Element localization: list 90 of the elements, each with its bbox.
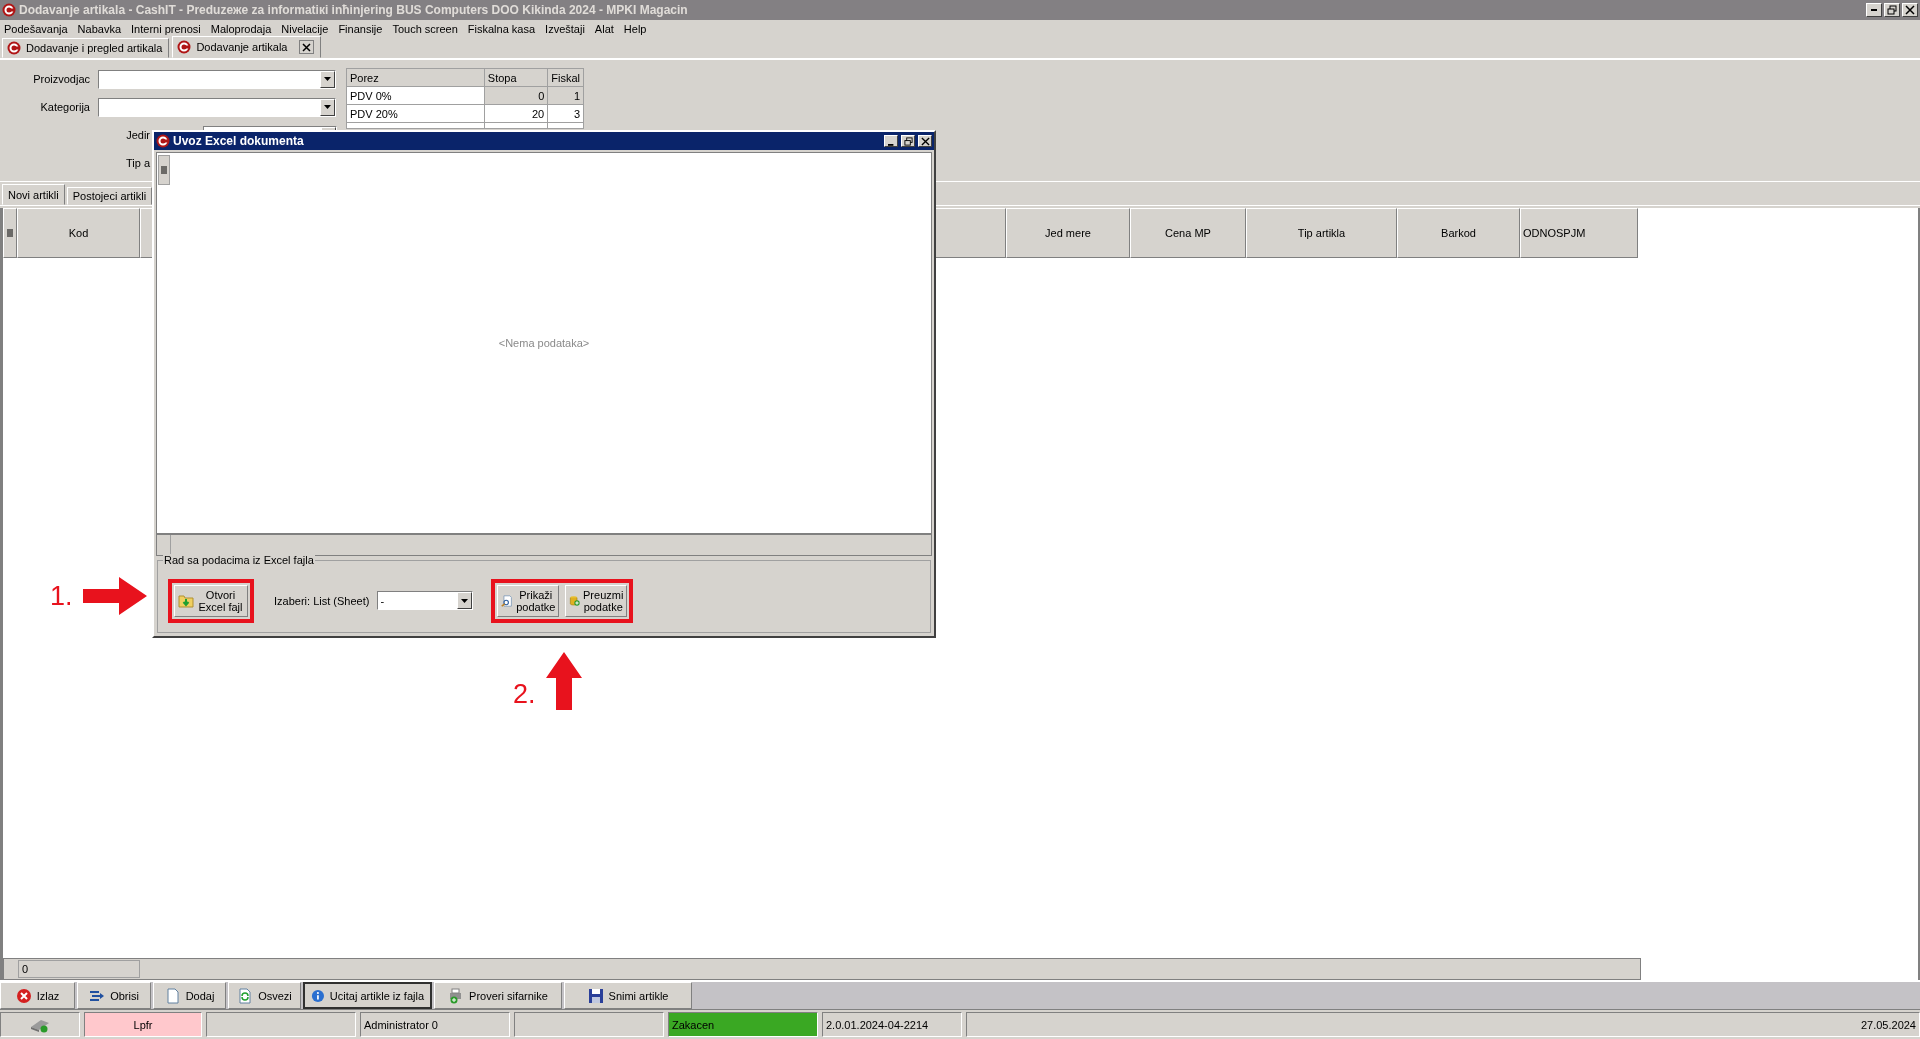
close-tab-button[interactable] — [298, 40, 314, 54]
app-logo-icon — [177, 40, 192, 54]
dropdown-field[interactable] — [98, 69, 336, 89]
tab-label: Dodavanje i pregled artikala — [26, 42, 163, 54]
menu-item[interactable]: Finansije — [338, 23, 383, 35]
field-label: Jedir — [125, 129, 150, 141]
status-text: Lpfr — [84, 1012, 202, 1037]
toolbar-button[interactable]: Proveri sifarnike — [434, 982, 562, 1009]
minimize-icon — [888, 144, 894, 146]
action-button[interactable]: Preuzmi podatke — [565, 584, 628, 617]
toolbar-button[interactable]: Dodaj — [153, 982, 226, 1009]
column-header: Porez — [346, 68, 485, 87]
close-button[interactable] — [1902, 3, 1918, 17]
close-button[interactable] — [918, 135, 932, 147]
app-logo-icon — [2, 3, 16, 17]
status-text: Administrator 0 — [360, 1012, 510, 1037]
open-file-button[interactable]: Otvori Excel fajl — [174, 584, 248, 617]
minimize-button[interactable] — [1866, 3, 1882, 17]
caret-icon — [324, 77, 331, 81]
folder-arrow-icon — [178, 592, 194, 609]
document-tab[interactable]: Dodavanje artikala — [172, 36, 321, 58]
dropdown-field[interactable] — [98, 97, 336, 117]
restore-icon — [903, 136, 913, 146]
status-text: 2.0.01.2024-04-2214 — [822, 1012, 962, 1037]
menu-item[interactable]: Interni prenosi — [131, 23, 201, 35]
sheet-dropdown[interactable]: - — [377, 591, 474, 610]
window-title: Dodavanje artikala - CashIT - Preduzeжe za informatiкi inћinjering BUS Computers DOO Kikinda 2024 - MPKI Magacin — [19, 3, 689, 17]
menu-item[interactable]: Maloprodaja — [210, 23, 272, 35]
column-header[interactable]: Barkod — [1397, 208, 1520, 258]
document-icon — [164, 987, 181, 1004]
column-header: Fiskal — [547, 68, 584, 87]
caret-icon — [324, 105, 331, 109]
app-logo-icon — [7, 41, 21, 55]
toolbar-button[interactable]: Ucitaj artikle iz fajla — [303, 982, 432, 1009]
caret-icon — [461, 598, 469, 603]
list-icon — [161, 166, 167, 174]
menu-item[interactable]: Nabavka — [77, 23, 122, 35]
column-header[interactable]: Kod — [17, 208, 140, 258]
dropdown-button[interactable] — [457, 592, 473, 609]
toolbar-button[interactable]: Snimi artikle — [564, 982, 692, 1009]
restore-button[interactable] — [1884, 3, 1900, 17]
menu-item[interactable]: Fiskalna kasa — [467, 23, 536, 35]
column-header[interactable]: Cena MP — [1130, 208, 1246, 258]
restore-icon — [1887, 5, 1897, 15]
app-logo-icon — [156, 134, 170, 148]
arrow-icon — [82, 577, 147, 615]
refresh-document-icon — [237, 987, 254, 1004]
column-header[interactable]: ODNOSPJM — [1520, 208, 1638, 258]
close-icon — [301, 42, 311, 52]
menu-item[interactable]: Alat — [594, 23, 614, 35]
status-text: 27.05.2024 — [966, 1012, 1920, 1037]
field-label: Proizvodjac — [32, 73, 90, 85]
list-icon — [7, 229, 13, 237]
empty-message: <Nema podataka> — [498, 337, 590, 349]
info-icon — [311, 987, 325, 1004]
toolbar-button[interactable]: Osvezi — [228, 982, 301, 1009]
minimize-icon — [1871, 9, 1877, 11]
dropdown-button[interactable] — [320, 98, 335, 116]
toolbar-button[interactable]: Obrisi — [77, 982, 151, 1009]
summary-cell: 0 — [18, 960, 140, 978]
menu-item[interactable]: Help — [623, 23, 647, 35]
menu-item[interactable]: Nivelacije — [281, 23, 329, 35]
field-label: Izaberi: List (Sheet) — [274, 594, 370, 607]
column-header: Stopa — [484, 68, 548, 87]
step-label: 2. — [513, 679, 536, 710]
minimize-button[interactable] — [884, 135, 898, 147]
document-tab[interactable]: Dodavanje i pregled artikala — [2, 38, 170, 58]
column-header[interactable]: Jed mere — [1006, 208, 1130, 258]
dialog-title: Uvoz Excel dokumenta — [173, 134, 304, 148]
close-icon — [1905, 5, 1915, 15]
arrow-icon — [545, 652, 582, 710]
tab-label: Dodavanje artikala — [196, 41, 288, 53]
menu-item[interactable]: Touch screen — [392, 23, 458, 35]
column-chooser-button[interactable] — [158, 155, 170, 185]
field-label: Kategorija — [39, 101, 90, 113]
magnifier-document-icon — [501, 592, 514, 609]
restore-button[interactable] — [901, 135, 915, 147]
step-label: 1. — [50, 580, 73, 612]
dropdown-button[interactable] — [320, 70, 335, 88]
field-label: Tip a — [124, 157, 150, 169]
menu-item[interactable]: Izveštaji — [545, 23, 585, 35]
tab[interactable]: Novi artikli — [2, 184, 65, 205]
close-icon — [15, 987, 32, 1004]
column-header[interactable]: Tip artikla — [1246, 208, 1397, 258]
status-text: Zakacen — [668, 1012, 818, 1037]
toolbar-button[interactable]: Izlaz — [0, 982, 75, 1009]
group-title: Rad sa podacima iz Excel fajla — [163, 554, 315, 566]
action-button[interactable]: Prikaži podatke — [497, 584, 560, 617]
menu-item[interactable]: Podešavanja — [4, 23, 68, 35]
close-icon — [920, 136, 930, 146]
